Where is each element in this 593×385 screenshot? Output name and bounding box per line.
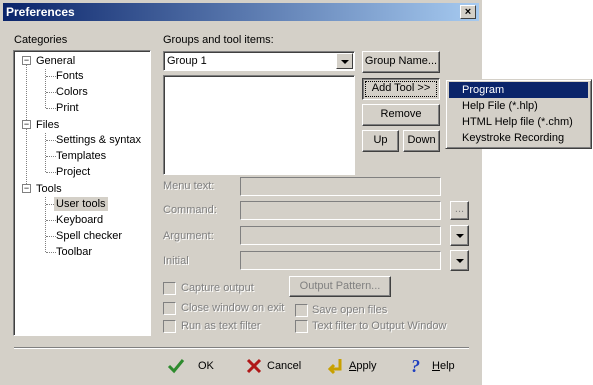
menu-item-program[interactable]: Program [449,82,588,98]
tree-item-colors[interactable]: Colors [56,85,88,99]
argument-label: Argument: [163,230,214,242]
ok-button[interactable]: OK [163,356,223,376]
tree-line [46,252,56,254]
command-label: Command: [163,204,217,216]
ok-label: OK [198,360,214,372]
help-label: Help [432,360,455,372]
text-filter-output-label: Text filter to Output Window [312,320,447,332]
window-title: Preferences [6,5,75,19]
tree-line [46,76,56,78]
tree-line [45,69,47,108]
add-tool-menu: Program Help File (*.hlp) HTML Help file… [445,79,592,149]
initial-menu-button[interactable] [450,250,469,271]
tree-item-print[interactable]: Print [56,101,79,115]
argument-field[interactable] [240,226,441,245]
group-name-button[interactable]: Group Name... [362,51,440,73]
capture-output-checkbox[interactable] [163,282,176,295]
tree-line [45,133,47,172]
capture-output-label: Capture output [181,282,254,294]
background-region [482,0,593,385]
apply-label: Apply [349,360,377,372]
collapse-general-icon[interactable]: − [22,56,31,65]
tree-item-user-tools[interactable]: User tools [54,197,108,211]
cancel-x-icon [246,358,262,374]
initial-field[interactable] [240,251,441,270]
down-button[interactable]: Down [403,130,440,152]
title-bar: Preferences [3,3,479,21]
command-field[interactable] [240,201,441,220]
run-as-text-filter-checkbox[interactable] [163,320,176,333]
up-button[interactable]: Up [362,130,399,152]
groups-label: Groups and tool items: [163,34,274,46]
save-open-files-checkbox[interactable] [295,304,308,317]
triangle-down-icon [456,259,464,263]
tree-item-spell-checker[interactable]: Spell checker [56,229,122,243]
svg-text:?: ? [411,356,420,374]
save-open-files-label: Save open files [312,304,388,316]
tree-item-toolbar[interactable]: Toolbar [56,245,92,259]
menu-text-label: Menu text: [163,180,215,192]
help-button[interactable]: ? Help [408,356,468,376]
chevron-down-icon[interactable] [336,53,353,69]
tree-item-files[interactable]: Files [36,118,59,132]
tree-line [46,220,56,222]
apply-arrow-icon [327,359,342,375]
tree-line [46,108,56,110]
tree-item-templates[interactable]: Templates [56,149,106,163]
remove-button[interactable]: Remove [362,104,440,126]
text-filter-output-checkbox[interactable] [295,320,308,333]
menu-item-keystroke-recording[interactable]: Keystroke Recording [449,130,588,146]
group-select[interactable]: Group 1 [163,51,355,71]
menu-item-help-file[interactable]: Help File (*.hlp) [449,98,588,114]
output-pattern-button[interactable]: Output Pattern... [289,276,391,297]
tree-line [46,140,56,142]
collapse-files-icon[interactable]: − [22,120,31,129]
collapse-tools-icon[interactable]: − [22,184,31,193]
apply-button[interactable]: Apply [326,356,386,376]
tree-line [46,236,56,238]
tree-item-tools[interactable]: Tools [36,182,62,196]
group-select-value: Group 1 [167,55,207,67]
tree-item-general[interactable]: General [36,54,75,68]
preferences-dialog: Preferences × Categories − General Fonts… [0,0,593,385]
menu-item-html-help-file[interactable]: HTML Help file (*.chm) [449,114,588,130]
footer-separator [14,347,469,349]
tree-item-settings-syntax[interactable]: Settings & syntax [56,133,141,147]
categories-tree[interactable]: − General Fonts Colors Print − Files Set… [13,50,151,336]
add-tool-button[interactable]: Add Tool >> [362,78,440,100]
argument-menu-button[interactable] [450,225,469,246]
checkmark-icon [167,359,185,374]
cancel-label: Cancel [267,360,302,372]
triangle-down-icon [456,234,464,238]
menu-text-field[interactable] [240,177,441,196]
help-question-icon: ? [411,356,420,374]
close-window-checkbox[interactable] [163,302,176,315]
tool-items-list[interactable] [163,75,355,175]
tree-item-keyboard[interactable]: Keyboard [56,213,103,227]
cancel-button[interactable]: Cancel [243,356,313,376]
close-window-button[interactable]: × [460,5,476,19]
tree-line [46,172,56,174]
categories-label: Categories [14,34,68,46]
browse-button[interactable]: ... [450,201,469,220]
run-as-text-filter-label: Run as text filter [181,320,261,332]
tree-line [46,156,56,158]
tree-item-fonts[interactable]: Fonts [56,69,84,83]
close-window-label: Close window on exit [181,302,285,314]
tree-item-project[interactable]: Project [56,165,90,179]
tree-line [46,92,56,94]
initial-label: Initial [163,255,189,267]
